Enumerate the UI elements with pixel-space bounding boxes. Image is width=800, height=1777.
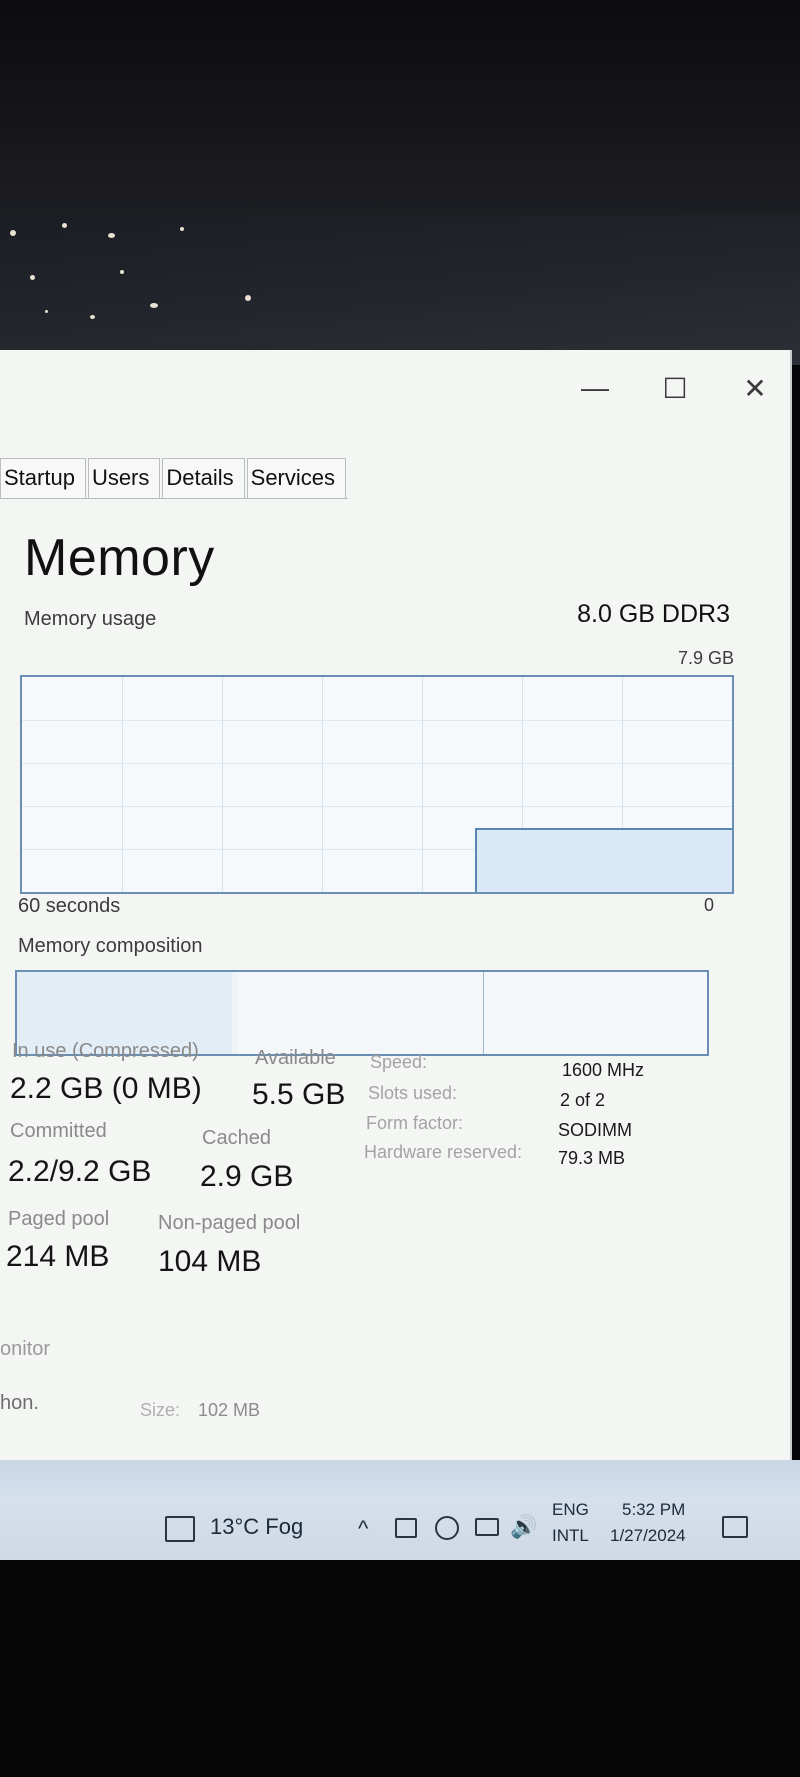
resource-monitor-link[interactable]: onitor bbox=[0, 1338, 50, 1361]
wallpaper-speck bbox=[150, 303, 158, 308]
minimize-button[interactable]: — bbox=[575, 370, 615, 406]
close-icon: ✕ bbox=[743, 372, 767, 404]
tab-startup[interactable]: Startup bbox=[0, 458, 86, 498]
wallpaper-speck bbox=[45, 310, 48, 313]
minimize-icon: — bbox=[581, 372, 609, 403]
memory-usage-fill bbox=[475, 828, 732, 892]
wallpaper-speck bbox=[120, 270, 124, 274]
wallpaper-speck bbox=[10, 230, 16, 236]
slots-value: 2 of 2 bbox=[560, 1090, 606, 1110]
available-value: 5.5 GB bbox=[252, 1078, 346, 1111]
grid-line bbox=[322, 677, 323, 892]
battery-icon[interactable] bbox=[475, 1518, 499, 1536]
paged-pool-label: Paged pool bbox=[8, 1208, 110, 1230]
tab-services[interactable]: Services bbox=[246, 458, 346, 498]
time-span-label: 60 seconds bbox=[18, 895, 121, 917]
memory-usage-label: Memory usage bbox=[24, 608, 157, 630]
tab-strip: Startup Users Details Services bbox=[0, 458, 348, 499]
memory-usage-graph bbox=[20, 675, 734, 894]
speed-label: Speed: bbox=[370, 1052, 428, 1072]
chevron-up-icon[interactable]: ^ bbox=[358, 1516, 368, 1542]
clock-time[interactable]: 5:32 PM bbox=[622, 1500, 685, 1520]
wallpaper-speck bbox=[180, 227, 184, 231]
tab-users[interactable]: Users bbox=[87, 458, 161, 498]
composition-standby bbox=[238, 972, 484, 1054]
close-button[interactable]: ✕ bbox=[735, 370, 775, 406]
page-title: Memory bbox=[24, 529, 215, 587]
size-value: 102 MB bbox=[198, 1400, 261, 1420]
weather-widget-icon[interactable] bbox=[165, 1516, 195, 1542]
maximize-icon: ☐ bbox=[662, 372, 688, 404]
tab-details[interactable]: Details bbox=[162, 458, 245, 498]
screen-bezel-bottom bbox=[0, 1560, 800, 1777]
language-top[interactable]: ENG bbox=[552, 1500, 589, 1520]
nonpaged-pool-label: Non-paged pool bbox=[158, 1212, 301, 1234]
notification-icon[interactable] bbox=[722, 1516, 748, 1538]
committed-label: Committed bbox=[10, 1120, 107, 1142]
available-label: Available bbox=[255, 1047, 336, 1069]
in-use-value: 2.2 GB (0 MB) bbox=[10, 1072, 202, 1105]
memory-spec: 8.0 GB DDR3 bbox=[577, 600, 730, 628]
hardware-reserved-label: Hardware reserved: bbox=[364, 1142, 523, 1162]
paged-pool-value: 214 MB bbox=[6, 1240, 110, 1273]
grid-line bbox=[22, 720, 732, 721]
screen-bezel bbox=[0, 0, 800, 225]
committed-value: 2.2/9.2 GB bbox=[8, 1155, 152, 1188]
memory-composition-label: Memory composition bbox=[18, 935, 203, 957]
form-factor-label: Form factor: bbox=[366, 1113, 464, 1133]
axis-min-label: 0 bbox=[704, 895, 715, 915]
language-bottom[interactable]: INTL bbox=[552, 1526, 589, 1546]
maximize-button[interactable]: ☐ bbox=[655, 370, 695, 406]
globe-icon[interactable] bbox=[435, 1516, 459, 1540]
weather-widget[interactable]: 13°C Fog bbox=[210, 1514, 303, 1540]
volume-icon[interactable]: 🔊 bbox=[510, 1514, 537, 1540]
grid-line bbox=[222, 677, 223, 892]
grid-line bbox=[422, 677, 423, 892]
grid-line bbox=[122, 677, 123, 892]
in-use-label: In use (Compressed) bbox=[12, 1040, 199, 1062]
desktop-wallpaper bbox=[0, 215, 800, 365]
usage-max-label: 7.9 GB bbox=[678, 648, 735, 668]
wallpaper-speck bbox=[30, 275, 35, 280]
cached-label: Cached bbox=[202, 1127, 271, 1149]
wallpaper-speck bbox=[108, 233, 115, 238]
size-label: Size: bbox=[140, 1400, 181, 1420]
cached-value: 2.9 GB bbox=[200, 1160, 294, 1193]
network-icon[interactable] bbox=[395, 1518, 417, 1538]
slots-label: Slots used: bbox=[368, 1083, 458, 1103]
clock-date[interactable]: 1/27/2024 bbox=[610, 1526, 686, 1546]
nonpaged-pool-value: 104 MB bbox=[158, 1245, 262, 1278]
taskbar: 13°C Fog ^ 🔊 ENG INTL 5:32 PM 1/27/2024 bbox=[0, 1460, 800, 1560]
partial-label: hon. bbox=[0, 1392, 39, 1414]
grid-line bbox=[22, 763, 732, 764]
wallpaper-speck bbox=[90, 315, 95, 319]
wallpaper-speck bbox=[245, 295, 251, 301]
hardware-reserved-value: 79.3 MB bbox=[558, 1148, 626, 1168]
form-factor-value: SODIMM bbox=[558, 1120, 632, 1140]
speed-value: 1600 MHz bbox=[562, 1060, 645, 1080]
title-bar: — ☐ ✕ bbox=[0, 350, 790, 430]
task-manager-window: — ☐ ✕ Startup Users Details Services Mem… bbox=[0, 350, 792, 1460]
wallpaper-speck bbox=[62, 223, 67, 228]
grid-line bbox=[22, 806, 732, 807]
